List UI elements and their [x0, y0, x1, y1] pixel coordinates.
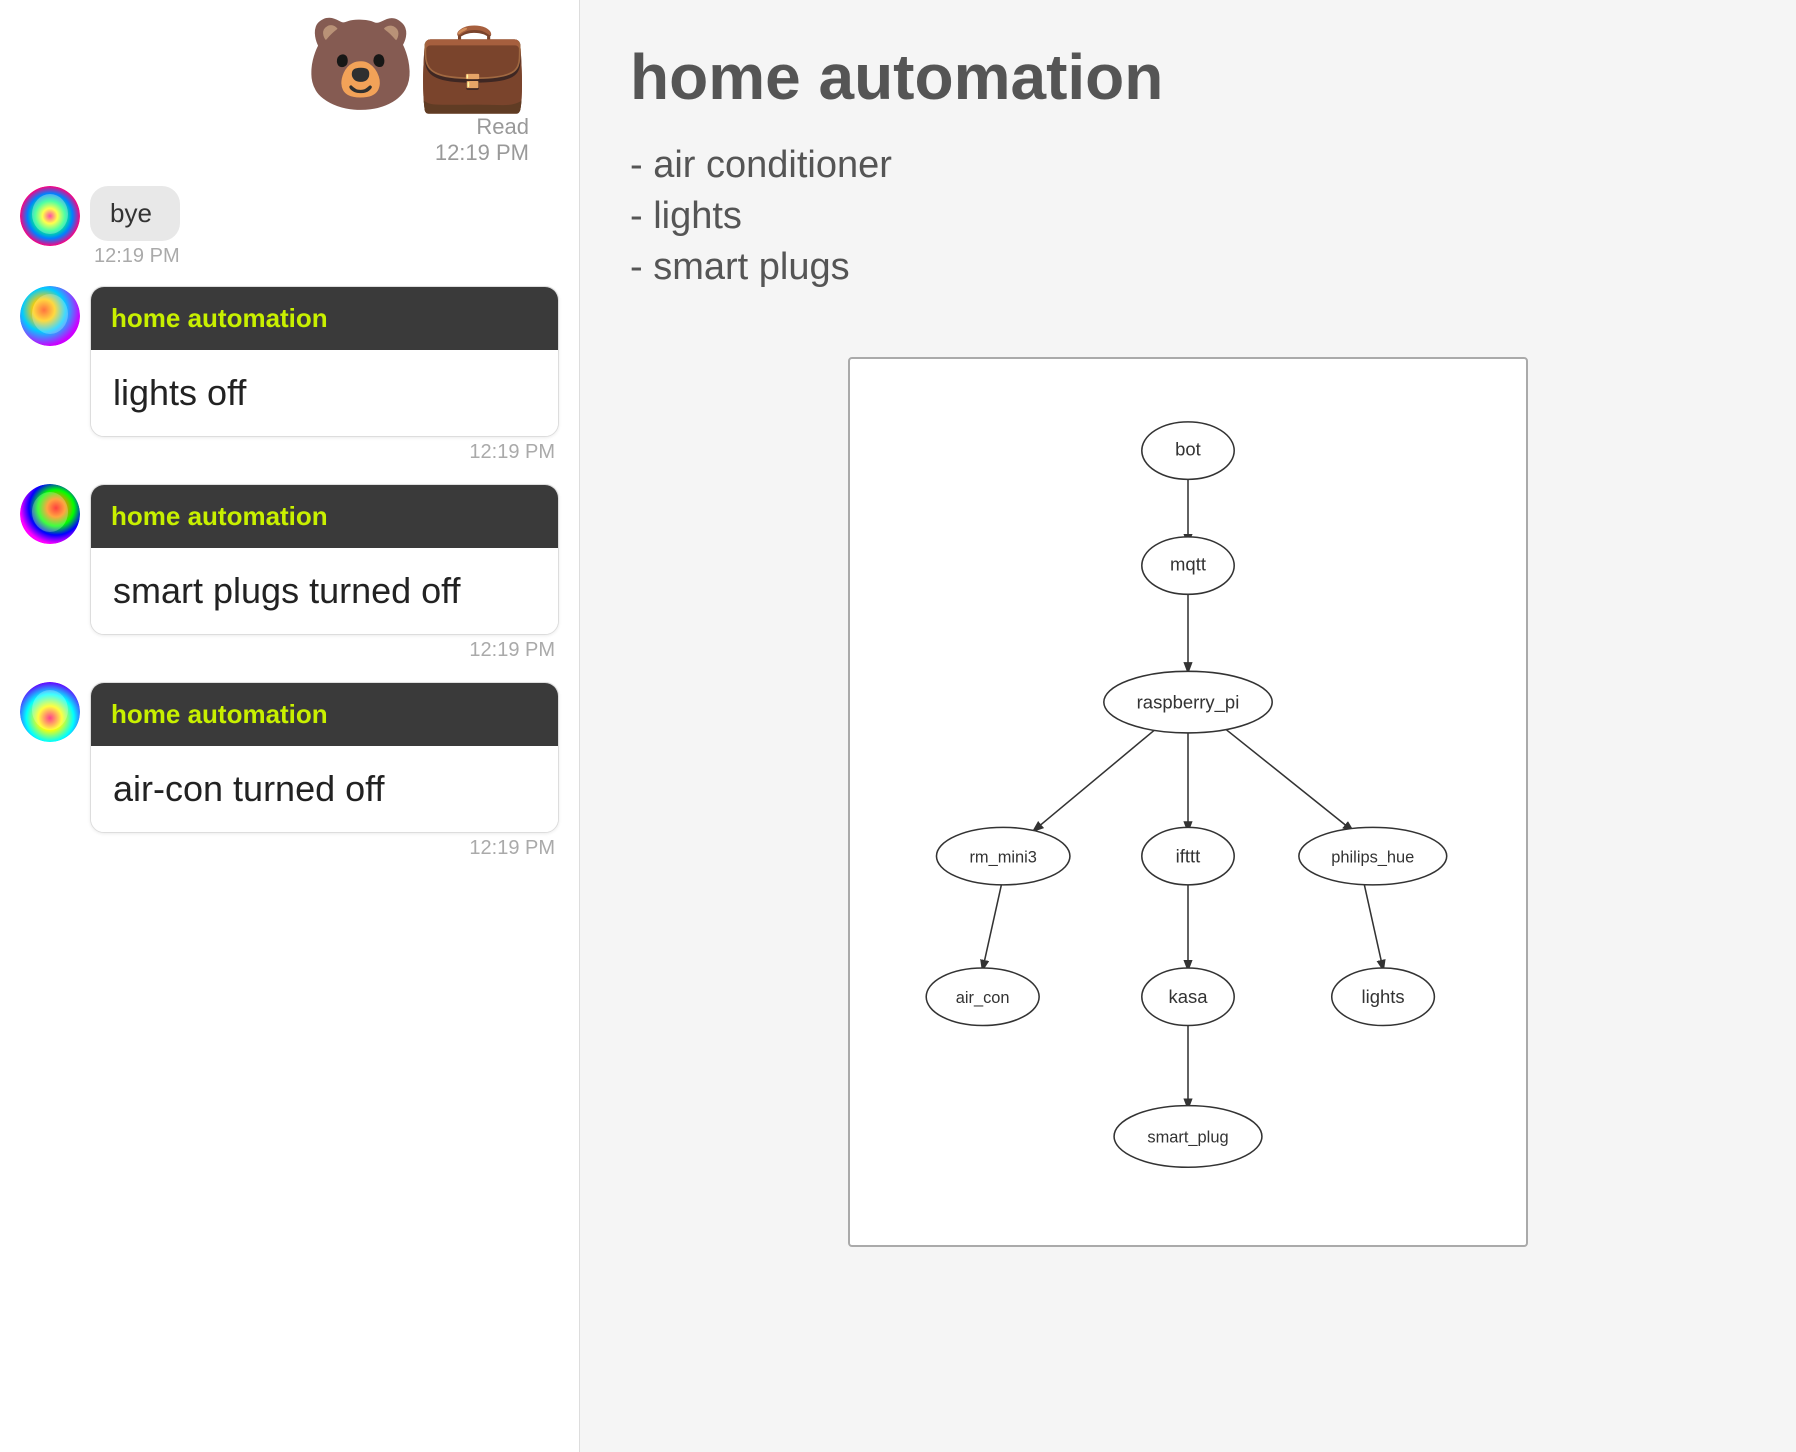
bye-bubble: bye [90, 186, 180, 241]
avatar-msg1 [20, 286, 80, 346]
node-mqtt: mqtt [1170, 554, 1206, 575]
ha-time-1: 12:19 PM [90, 441, 559, 464]
sticker-area: 🐻💼 Read 12:19 PM [20, 20, 559, 166]
node-lights: lights [1362, 986, 1405, 1007]
bye-time: 12:19 PM [94, 245, 180, 268]
message-1-wrap: home automation lights off 12:19 PM [90, 286, 559, 464]
ha-body-text-1: lights off [113, 372, 246, 413]
ha-card-2: home automation smart plugs turned off [90, 484, 559, 635]
message-3-wrap: home automation air-con turned off 12:19… [90, 682, 559, 860]
ha-card-header-1: home automation [91, 287, 558, 350]
node-ifttt: ifttt [1176, 845, 1201, 866]
node-bot: bot [1175, 439, 1201, 460]
ha-card-1: home automation lights off [90, 286, 559, 437]
bear-sticker: 🐻💼 [305, 20, 529, 110]
message-row-1: home automation lights off 12:19 PM [20, 286, 559, 464]
page-title: home automation [630, 40, 1746, 114]
node-kasa: kasa [1168, 986, 1208, 1007]
chat-panel: 🐻💼 Read 12:19 PM [0, 0, 580, 1452]
avatar-bye [20, 186, 80, 246]
message-2-wrap: home automation smart plugs turned off 1… [90, 484, 559, 662]
sticker-read-time: Read 12:19 PM [435, 114, 529, 166]
ha-time-3: 12:19 PM [90, 837, 559, 860]
ha-card-body-3: air-con turned off [91, 746, 558, 832]
message-row-2: home automation smart plugs turned off 1… [20, 484, 559, 662]
feature-item-3: smart plugs [630, 246, 1746, 289]
ha-body-text-3: air-con turned off [113, 768, 385, 809]
ha-card-header-3: home automation [91, 683, 558, 746]
ha-header-text-2: home automation [111, 501, 328, 531]
ha-header-text-1: home automation [111, 303, 328, 333]
message-row-3: home automation air-con turned off 12:19… [20, 682, 559, 860]
node-air-con: air_con [956, 989, 1010, 1007]
sticker-time: 12:19 PM [435, 140, 529, 165]
diagram-container: bot mqtt raspberry_pi rm_mini3 ifttt phi… [848, 357, 1528, 1247]
node-raspberry-pi: raspberry_pi [1137, 691, 1240, 713]
ha-time-2: 12:19 PM [90, 639, 559, 662]
feature-list: air conditioner lights smart plugs [630, 144, 1746, 297]
ha-header-text-3: home automation [111, 699, 328, 729]
ha-card-body-1: lights off [91, 350, 558, 436]
bye-bubble-wrap: bye 12:19 PM [90, 186, 180, 268]
node-rm-mini3: rm_mini3 [969, 848, 1036, 866]
avatar-msg3 [20, 682, 80, 742]
read-label: Read [476, 114, 529, 139]
ha-card-header-2: home automation [91, 485, 558, 548]
avatar-msg2 [20, 484, 80, 544]
architecture-diagram: bot mqtt raspberry_pi rm_mini3 ifttt phi… [880, 389, 1496, 1210]
ha-card-body-2: smart plugs turned off [91, 548, 558, 634]
node-philips-hue: philips_hue [1331, 848, 1414, 866]
ha-body-text-2: smart plugs turned off [113, 570, 461, 611]
ha-card-3: home automation air-con turned off [90, 682, 559, 833]
right-panel: home automation air conditioner lights s… [580, 0, 1796, 1452]
feature-item-1: air conditioner [630, 144, 1746, 187]
bye-row: bye 12:19 PM [20, 186, 559, 268]
node-smart-plug: smart_plug [1147, 1129, 1228, 1147]
feature-item-2: lights [630, 195, 1746, 238]
